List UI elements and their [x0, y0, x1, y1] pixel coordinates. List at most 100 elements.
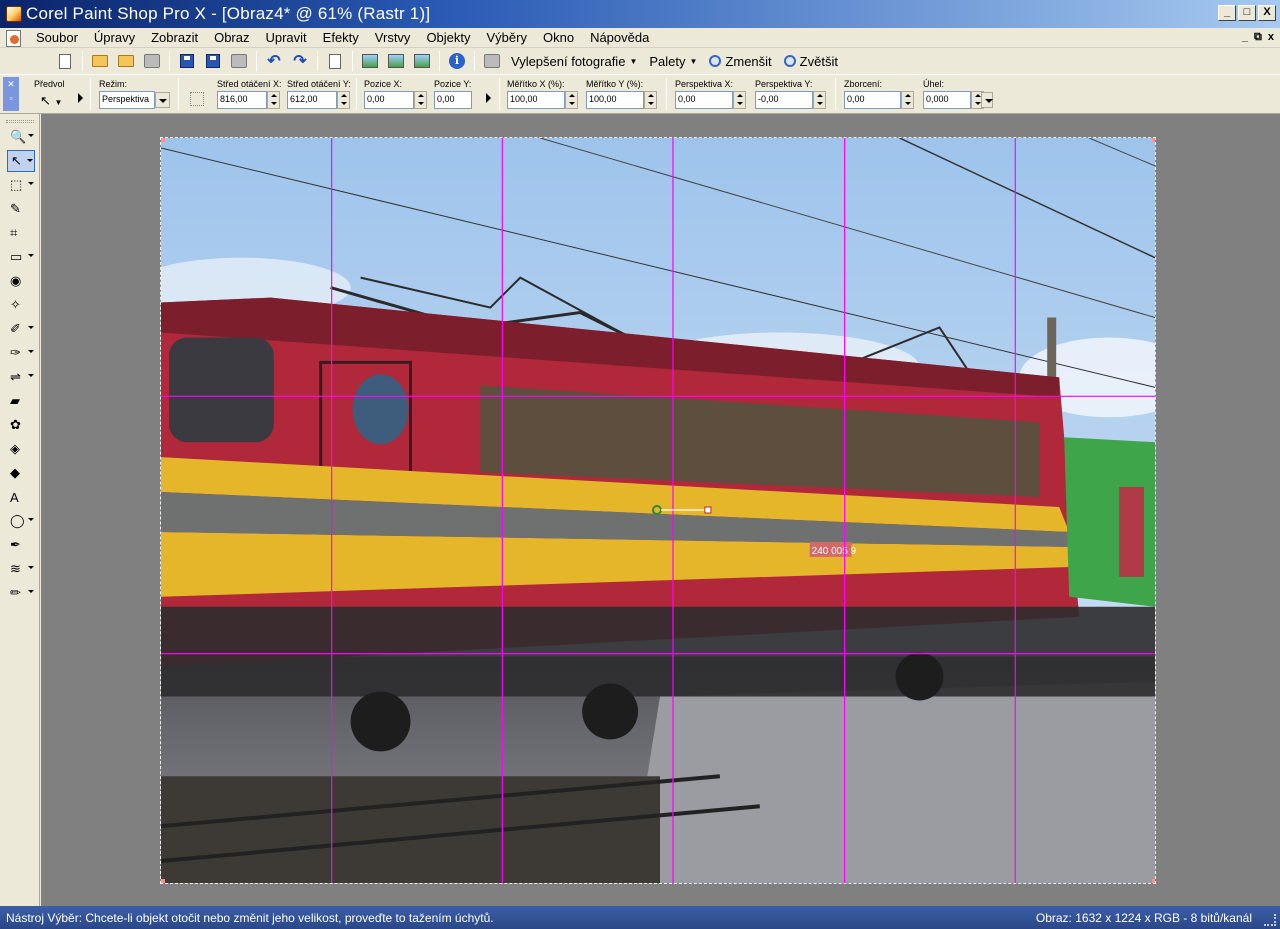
preset-expand-icon[interactable] [78, 93, 83, 103]
tool-pen-button[interactable]: ✒ [7, 534, 35, 556]
maximize-button[interactable]: □ [1238, 5, 1256, 21]
tool-object-select-button[interactable]: ◆ [7, 462, 35, 484]
tool-eraser-button[interactable]: ▰ [7, 390, 35, 412]
tool-preset-shape-button[interactable]: ◯ [7, 510, 35, 532]
tool-crop-button[interactable]: ⌗ [7, 222, 35, 244]
tool-flood-fill-button[interactable]: ◈ [7, 438, 35, 460]
pivot-y-input[interactable]: 612,00 [287, 91, 337, 109]
chevron-down-icon[interactable] [28, 254, 34, 257]
menu-efekty[interactable]: Efekty [315, 30, 367, 45]
scale-y-spinner[interactable] [644, 91, 657, 109]
tool-text-button[interactable]: A [7, 486, 35, 508]
menu-vybery[interactable]: Výběry [479, 30, 535, 45]
pivot-x-spinner[interactable] [267, 91, 280, 109]
tool-art-brush-button[interactable]: ✏ [7, 582, 35, 604]
perspective-x-spinner[interactable] [733, 91, 746, 109]
eraser-shortcut-button[interactable] [481, 50, 503, 72]
tool-clone-button[interactable]: ✧ [7, 294, 35, 316]
resize-button[interactable] [324, 50, 346, 72]
corner-handle-tl[interactable] [161, 138, 165, 142]
pivot-y-spinner[interactable] [337, 91, 350, 109]
image-canvas[interactable]: 240 005 9 [160, 137, 1156, 884]
tool-color-replacer-button[interactable]: ⇌ [7, 366, 35, 388]
menu-napoveda[interactable]: Nápověda [582, 30, 657, 45]
menu-objekty[interactable]: Objekty [418, 30, 478, 45]
mdi-close-button[interactable]: x [1268, 31, 1274, 44]
redo-button[interactable]: ↷ [289, 50, 311, 72]
image-view-button[interactable] [411, 50, 433, 72]
learning-center-button[interactable] [385, 50, 407, 72]
shear-input[interactable]: 0,00 [844, 91, 901, 109]
mode-dropdown-arrow[interactable] [155, 92, 170, 108]
new-file-button[interactable] [54, 50, 76, 72]
tool-straighten-button[interactable]: ▭ [7, 246, 35, 268]
minimize-button[interactable]: _ [1218, 5, 1236, 21]
menu-upravit[interactable]: Upravit [257, 30, 314, 45]
print-button[interactable] [228, 50, 250, 72]
zoom-in-button[interactable]: Zvětšit [778, 54, 844, 69]
scale-x-spinner[interactable] [565, 91, 578, 109]
shear-spinner[interactable] [901, 91, 914, 109]
chevron-down-icon[interactable] [28, 566, 34, 569]
open-button[interactable] [89, 50, 111, 72]
rotation-handle[interactable] [704, 506, 712, 514]
tool-picture-tube-button[interactable]: ✿ [7, 414, 35, 436]
corner-handle-br[interactable] [1152, 879, 1155, 883]
enhance-photo-menu[interactable]: Vylepšení fotografie ▼ [505, 54, 643, 69]
chevron-down-icon[interactable] [28, 134, 34, 137]
perspective-x-input[interactable]: 0,00 [675, 91, 733, 109]
browse-button[interactable] [115, 50, 137, 72]
paintshop-app-icon[interactable] [6, 6, 22, 22]
chevron-down-icon[interactable] [28, 590, 34, 593]
chevron-down-icon[interactable] [28, 374, 34, 377]
pivot-x-input[interactable]: 816,00 [217, 91, 267, 109]
tool-red-eye-button[interactable]: ◉ [7, 270, 35, 292]
tool-zoom-button[interactable]: 🔍 [7, 126, 35, 148]
chevron-down-icon[interactable] [28, 182, 34, 185]
scale-y-input[interactable]: 100,00 [586, 91, 644, 109]
help-button[interactable]: i [446, 50, 468, 72]
palettes-menu[interactable]: Palety ▼ [643, 54, 703, 69]
menu-okno[interactable]: Okno [535, 30, 582, 45]
menu-soubor[interactable]: Soubor [28, 30, 86, 45]
zoom-out-button[interactable]: Zmenšit [703, 54, 777, 69]
pos-x-input[interactable]: 0,00 [364, 91, 414, 109]
mode-select[interactable]: Perspektiva [99, 91, 155, 109]
perspective-y-spinner[interactable] [813, 91, 826, 109]
tool-selection-button[interactable]: ⬚ [7, 174, 35, 196]
menu-obraz[interactable]: Obraz [206, 30, 257, 45]
chevron-down-icon[interactable] [28, 350, 34, 353]
scale-x-input[interactable]: 100,00 [507, 91, 565, 109]
menu-vrstvy[interactable]: Vrstvy [367, 30, 419, 45]
menu-zobrazit[interactable]: Zobrazit [143, 30, 206, 45]
tool-warp-brush-button[interactable]: ≋ [7, 558, 35, 580]
organizer-button[interactable] [359, 50, 381, 72]
angle-dropdown-arrow[interactable] [981, 92, 993, 108]
tools-grip[interactable] [6, 120, 34, 123]
perspective-y-input[interactable]: -0,00 [755, 91, 813, 109]
menu-upravy[interactable]: Úpravy [86, 30, 143, 45]
pos-expand-icon[interactable] [486, 93, 491, 103]
corner-handle-tr[interactable] [1152, 138, 1155, 142]
preset-arrow-icon[interactable]: ↖ ▼ [40, 93, 62, 109]
mdi-minimize-button[interactable]: _ [1242, 31, 1248, 44]
mdi-restore-button[interactable]: ⧉ [1254, 31, 1262, 44]
angle-input[interactable]: 0,000 [923, 91, 971, 109]
corner-handle-bl[interactable] [161, 879, 165, 883]
close-button[interactable]: X [1258, 5, 1276, 21]
tool-brush-button[interactable]: ✐ [7, 318, 35, 340]
pos-y-input[interactable]: 0,00 [434, 91, 472, 109]
save-button[interactable] [176, 50, 198, 72]
document-icon[interactable] [4, 29, 22, 47]
tool-options-grip[interactable]: ✕ ▫ [3, 77, 19, 111]
pos-x-spinner[interactable] [414, 91, 427, 109]
undo-button[interactable]: ↶ [263, 50, 285, 72]
tool-dropper-button[interactable]: ✎ [7, 198, 35, 220]
save-as-button[interactable] [202, 50, 224, 72]
scan-button[interactable] [141, 50, 163, 72]
tool-pick-arrow-button[interactable]: ↖ [7, 150, 35, 172]
chevron-down-icon[interactable] [28, 518, 34, 521]
tool-smudge-button[interactable]: ✑ [7, 342, 35, 364]
resize-grip[interactable] [1264, 914, 1276, 926]
chevron-down-icon[interactable] [27, 159, 33, 162]
